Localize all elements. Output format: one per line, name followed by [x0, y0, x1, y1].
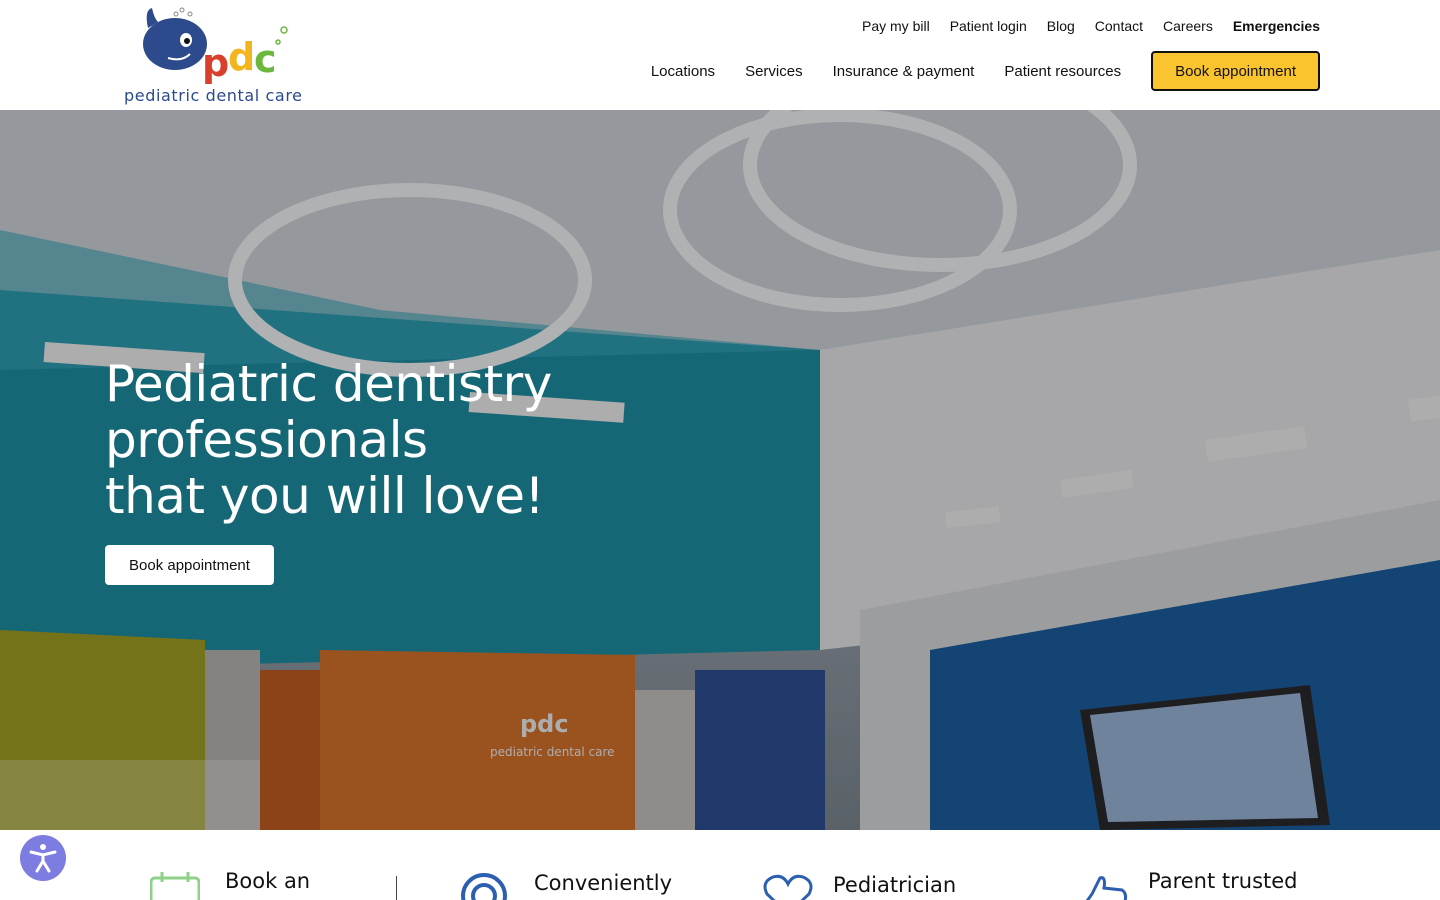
main-nav: Locations Services Insurance & payment P… [651, 51, 1320, 91]
feature-pediatrician[interactable]: Pediatrician [763, 874, 960, 900]
feature-pediatrician-label: Pediatrician [833, 873, 957, 897]
nav-insurance-payment[interactable]: Insurance & payment [833, 63, 975, 80]
nav-contact[interactable]: Contact [1095, 18, 1143, 34]
hero-heading-line-1: Pediatric dentistry [105, 355, 552, 413]
feature-location[interactable]: Conveniently [460, 872, 672, 900]
svg-text:c: c [254, 37, 277, 81]
nav-locations[interactable]: Locations [651, 63, 715, 80]
features-strip: Book an Conveniently Pediatrician Parent… [0, 830, 1440, 900]
whale-mascot-icon: p d c [143, 7, 288, 84]
nav-patient-login[interactable]: Patient login [950, 18, 1027, 34]
nav-blog[interactable]: Blog [1047, 18, 1075, 34]
nav-careers[interactable]: Careers [1163, 18, 1213, 34]
site-logo[interactable]: p d c pediatric dental care [120, 4, 320, 106]
heart-icon [763, 874, 813, 900]
hero-heading-line-3: that you will love! [105, 467, 545, 525]
calendar-icon [150, 872, 200, 900]
feature-divider [396, 876, 397, 900]
svg-text:p: p [202, 41, 229, 84]
hero-section: pdc pediatric dental care Pediatric dent… [0, 110, 1440, 830]
utility-nav: Pay my bill Patient login Blog Contact C… [862, 18, 1320, 34]
logo-wordmark: pediatric dental care [124, 86, 303, 105]
thumbs-up-icon [1085, 876, 1128, 900]
feature-location-label: Conveniently [534, 871, 673, 895]
feature-book-label: Book an [225, 869, 311, 893]
feature-book[interactable]: Book an [150, 869, 311, 900]
book-appointment-button[interactable]: Book appointment [1151, 51, 1320, 91]
nav-emergencies[interactable]: Emergencies [1233, 18, 1320, 34]
nav-patient-resources[interactable]: Patient resources [1004, 63, 1121, 80]
hero-heading: Pediatric dentistry professionals that y… [105, 356, 552, 524]
hero-heading-line-2: professionals [105, 411, 428, 469]
feature-trusted-label: Parent trusted [1148, 869, 1298, 893]
feature-trusted[interactable]: Parent trusted [1078, 870, 1302, 900]
accessibility-button[interactable] [20, 835, 66, 881]
accessibility-icon [29, 844, 57, 873]
nav-pay-my-bill[interactable]: Pay my bill [862, 18, 930, 34]
svg-text:d: d [228, 35, 255, 79]
site-header: p d c pediatric dental care Pay my bill … [0, 0, 1440, 110]
nav-services[interactable]: Services [745, 63, 803, 80]
hero-book-appointment-button[interactable]: Book appointment [105, 545, 274, 585]
location-pin-icon [461, 873, 507, 900]
